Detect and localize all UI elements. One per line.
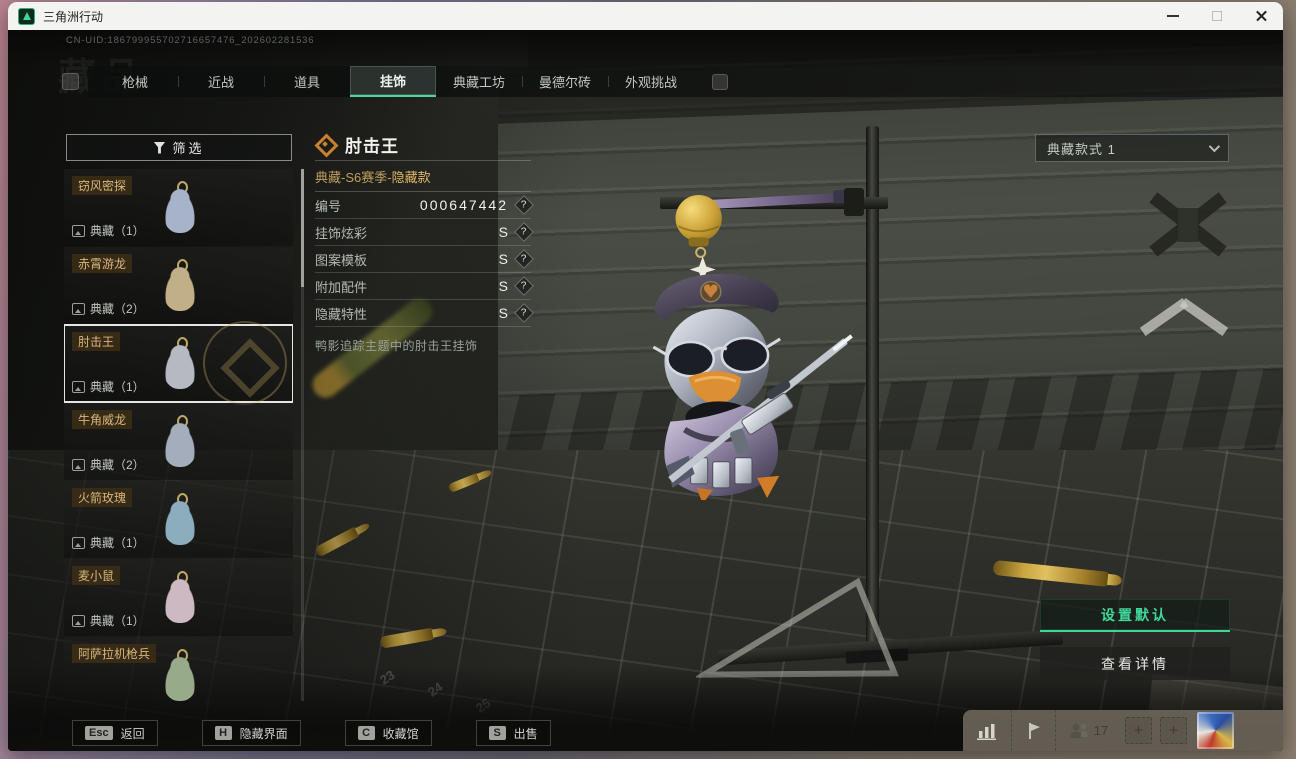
collection-emblem-icon: [203, 321, 287, 405]
game-viewport[interactable]: 23 24 25: [8, 30, 1283, 751]
flag-button[interactable]: [1011, 710, 1055, 751]
flag-icon: [1028, 722, 1040, 739]
collection-frame-icon: [72, 614, 85, 627]
charm-detail-panel: 肘击王 典藏-S6赛季- 隐藏款 编号 000647442 ? 挂饰炫彩 S ? …: [315, 128, 534, 354]
tab-guns[interactable]: 枪械: [92, 66, 178, 97]
charm-tier: 典藏-S6赛季- 隐藏款: [315, 169, 431, 185]
app-logo-icon: [18, 7, 35, 25]
category-navbar: 枪械 近战 道具 挂饰 典藏工坊 曼德尔砖 外观挑战: [88, 66, 1283, 97]
maximize-button[interactable]: [1195, 2, 1239, 30]
view-details-button[interactable]: 查看详情: [1040, 647, 1230, 680]
collection-frame-icon: [72, 380, 85, 393]
charm-thumbnail: [159, 415, 201, 469]
stat-row-accessory: 附加配件 S ?: [315, 273, 534, 300]
chevron-down-icon: [1208, 140, 1221, 153]
charm-list-item[interactable]: 火箭玫瑰 典藏（1）: [64, 481, 293, 558]
maximize-icon: [1212, 11, 1222, 21]
minimize-icon: [1167, 15, 1179, 17]
help-icon[interactable]: ?: [514, 276, 534, 296]
tab-appearance-challenge[interactable]: 外观挑战: [608, 66, 694, 97]
charm-list-item[interactable]: 牛角威龙 典藏（2）: [64, 403, 293, 480]
charm-list-item[interactable]: 麦小鼠 典藏（1）: [64, 559, 293, 636]
hotkey-back[interactable]: Esc 返回: [72, 720, 158, 746]
tab-cycle-right-key[interactable]: [712, 74, 728, 90]
crate-latch-icon: [1140, 170, 1236, 280]
tab-cycle-left-key[interactable]: [62, 73, 79, 90]
list-scrollbar[interactable]: [301, 169, 304, 701]
hotkey-sell[interactable]: S 出售: [475, 720, 551, 746]
hotkey-hide-ui[interactable]: H 隐藏界面: [201, 720, 301, 746]
set-default-button[interactable]: 设置默认: [1040, 599, 1230, 632]
collection-frame-icon: [72, 302, 85, 315]
stat-row-pattern: 图案模板 S ?: [315, 246, 534, 273]
event-thumbnail[interactable]: [1197, 712, 1234, 749]
help-icon[interactable]: ?: [514, 195, 534, 215]
close-button[interactable]: [1239, 2, 1283, 30]
charm-list-item-selected[interactable]: 肘击王 典藏（1）: [64, 321, 293, 405]
collection-frame-icon: [72, 224, 85, 237]
squad-count: 17: [1093, 723, 1109, 738]
add-slot-button[interactable]: +: [1125, 717, 1152, 744]
account-uid: CN-UID:186799955702716657476_20260228153…: [66, 35, 315, 46]
game-window: 三角洲行动 23 24 25: [8, 2, 1283, 751]
stats-button[interactable]: [963, 710, 1011, 751]
charm-thumbnail: [159, 649, 201, 701]
collection-frame-icon: [72, 536, 85, 549]
stat-row-serial: 编号 000647442 ?: [315, 192, 534, 219]
charm-list-item[interactable]: 阿萨拉机枪兵: [64, 637, 293, 701]
charm-thumbnail: [159, 337, 201, 391]
squad-icon: [1069, 723, 1088, 738]
charm-description: 鸭影追踪主题中的肘击王挂饰: [315, 339, 478, 353]
collection-frame-icon: [72, 458, 85, 471]
social-panel: 17 + +: [963, 710, 1283, 751]
filter-icon: [153, 141, 166, 154]
charm-thumbnail: [159, 571, 201, 625]
filter-button[interactable]: 筛选: [66, 134, 292, 161]
help-icon[interactable]: ?: [514, 249, 534, 269]
tab-collection-workshop[interactable]: 典藏工坊: [436, 66, 522, 97]
stats-chart-icon: [977, 723, 996, 740]
charm-3d-model[interactable]: [636, 188, 868, 500]
charm-thumbnail: [159, 181, 201, 235]
title-bar: 三角洲行动: [8, 2, 1283, 30]
help-icon[interactable]: ?: [514, 222, 534, 242]
charm-title: 肘击王: [345, 136, 399, 156]
help-icon[interactable]: ?: [514, 303, 534, 323]
stand-clamp: [844, 188, 864, 216]
tab-props[interactable]: 道具: [264, 66, 350, 97]
list-scrollbar-thumb[interactable]: [301, 169, 304, 287]
charm-list: 窃风密探 典藏（1） 赤霄游龙 典藏（2） 肘击王 典藏（1） 牛角威龙 典藏（…: [64, 169, 293, 701]
tab-melee[interactable]: 近战: [178, 66, 264, 97]
pendant-icon: [315, 134, 335, 154]
tab-mandel-brick[interactable]: 曼德尔砖: [522, 66, 608, 97]
charm-list-item[interactable]: 赤霄游龙 典藏（2）: [64, 247, 293, 324]
style-dropdown[interactable]: 典藏款式 1: [1035, 134, 1229, 162]
close-icon: [1255, 10, 1268, 23]
charm-thumbnail: [159, 493, 201, 547]
charm-thumbnail: [159, 259, 201, 313]
window-title: 三角洲行动: [43, 9, 104, 24]
minimize-button[interactable]: [1151, 2, 1195, 30]
tab-charms[interactable]: 挂饰: [350, 66, 436, 97]
add-slot-button[interactable]: +: [1160, 717, 1187, 744]
crate-chevron-icon: [1136, 292, 1232, 340]
squad-button[interactable]: 17: [1055, 710, 1121, 751]
hotkey-collection-hall[interactable]: C 收藏馆: [344, 720, 432, 746]
charm-list-item[interactable]: 窃风密探 典藏（1）: [64, 169, 293, 246]
stat-row-hidden-trait: 隐藏特性 S ?: [315, 300, 534, 327]
stat-row-colorway: 挂饰炫彩 S ?: [315, 219, 534, 246]
